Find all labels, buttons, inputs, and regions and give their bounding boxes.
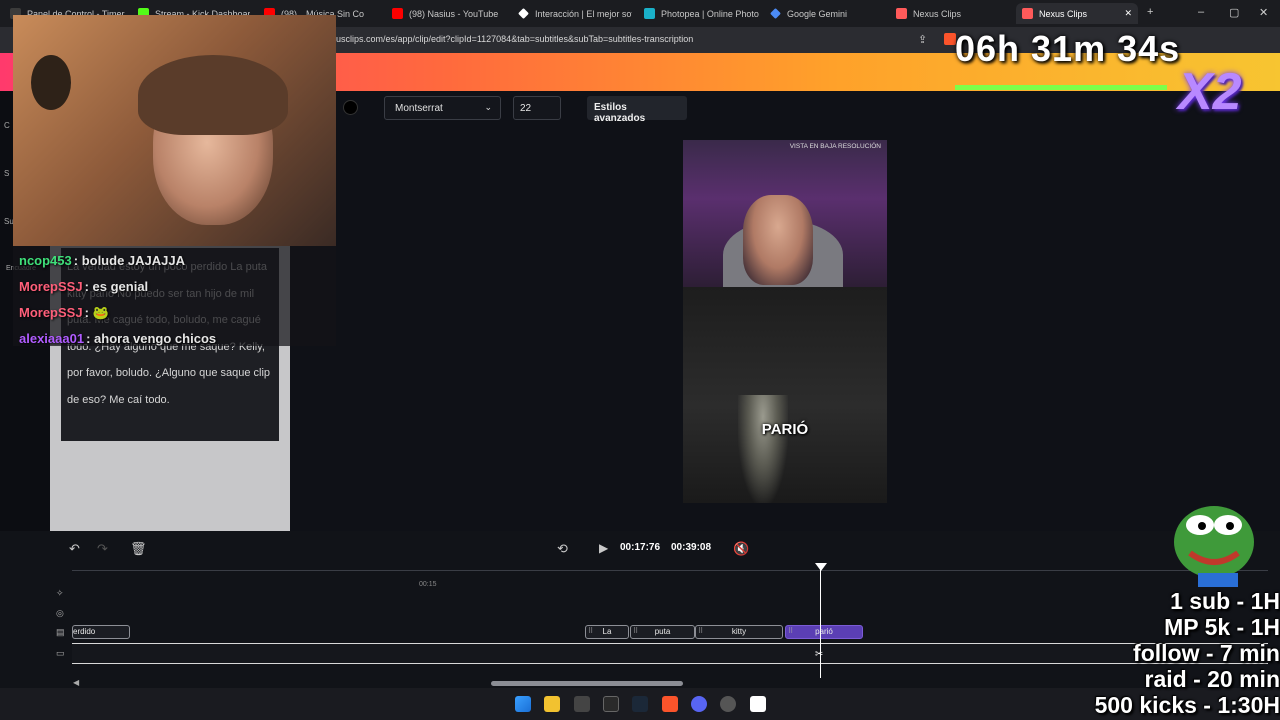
subtitle-word-chip[interactable]: ⠿ puta: [630, 625, 695, 639]
ruler-tick-label: 00:15: [419, 581, 437, 588]
start-icon[interactable]: [515, 696, 531, 712]
chat-message: MorepSSJ: 🐸: [19, 305, 109, 320]
preview-webcam-frame: [683, 140, 887, 290]
subtitle-word-chip[interactable]: ⠿ La: [585, 625, 629, 639]
pineapple-decoration: [31, 55, 71, 110]
advanced-styles-button[interactable]: Estilos avanzados: [587, 96, 687, 124]
photopea-icon: [644, 8, 655, 19]
tab-photopea[interactable]: Photopea | Online Photo E: [638, 3, 760, 24]
palette-icon[interactable]: ◎: [56, 608, 64, 619]
goal-line: raid - 20 min: [1144, 666, 1280, 692]
video-track-icon[interactable]: ▭: [56, 648, 65, 659]
timeline-scrollbar[interactable]: [491, 681, 683, 686]
sidebar-item-s[interactable]: S: [4, 169, 9, 178]
url-text[interactable]: usclips.com/es/app/clip/edit?clipId=1127…: [336, 34, 693, 44]
chat-message: alexiaaa01: ahora vengo chicos: [19, 331, 217, 346]
drag-handle-icon[interactable]: ⠿: [698, 626, 703, 638]
streamer-hair: [138, 55, 288, 135]
tab-nasius-youtube[interactable]: (98) Nasius - YouTube: [386, 3, 506, 24]
nexus-icon: [1022, 8, 1033, 19]
scroll-left-icon[interactable]: ◀: [73, 678, 79, 687]
font-family-select[interactable]: Montserrat ⌄: [384, 96, 501, 120]
file-explorer-icon[interactable]: [544, 696, 560, 712]
calculator-icon[interactable]: [574, 696, 590, 712]
stream-goals: 1 sub - 1H MP 5k - 1H follow - 7 min rai…: [1076, 588, 1280, 718]
undo-icon[interactable]: ↶: [69, 541, 80, 557]
chat-message: ncop453: bolude JAJAJJA: [19, 253, 185, 268]
play-button[interactable]: ▶: [599, 541, 608, 555]
drag-handle-icon[interactable]: ⠿: [633, 626, 638, 638]
preview-person: [743, 195, 813, 285]
nexus-icon: [896, 8, 907, 19]
subtitles-icon[interactable]: ▤: [56, 627, 65, 638]
magic-icon[interactable]: ✧: [56, 588, 64, 599]
subtitle-word-chip[interactable]: ⠿ kitty: [695, 625, 783, 639]
text-color-swatch[interactable]: [343, 100, 358, 115]
playhead-line[interactable]: [820, 568, 821, 678]
stream-chat-overlay: ncop453: bolude JAJAJJA MorepSSJ: es gen…: [13, 246, 336, 346]
tab-interaccion[interactable]: Interacción | El mejor softw: [512, 3, 632, 24]
goal-line: follow - 7 min: [1133, 640, 1280, 666]
maximize-icon[interactable]: ▢: [1229, 6, 1239, 19]
tab-nexus-clips-active[interactable]: Nexus Clips ✕: [1016, 3, 1138, 24]
restart-icon[interactable]: ⟲: [557, 541, 568, 557]
tab-nexus-clips[interactable]: Nexus Clips: [890, 3, 1010, 24]
multiplier-badge: X2: [1178, 63, 1242, 121]
subtitle-word-chip-selected[interactable]: ⠿ parió: [785, 625, 863, 639]
playhead-handle[interactable]: [815, 563, 827, 571]
mute-icon[interactable]: 🔇: [733, 541, 749, 557]
close-window-icon[interactable]: ✕: [1259, 6, 1268, 19]
drag-handle-icon[interactable]: ⠿: [588, 626, 593, 638]
brave-icon[interactable]: [662, 696, 678, 712]
goal-line: 500 kicks - 1:30H: [1094, 692, 1280, 718]
minimize-icon[interactable]: –: [1198, 6, 1204, 18]
current-time: 00:17:76: [620, 542, 661, 553]
sidebar-item-c[interactable]: C: [4, 121, 10, 130]
font-size-input[interactable]: 22: [513, 96, 561, 120]
scissors-icon[interactable]: ✂: [815, 649, 823, 660]
timeline-ruler[interactable]: [72, 570, 1268, 571]
drag-handle-icon[interactable]: ⠿: [788, 626, 793, 638]
total-time: 00:39:08: [671, 542, 712, 553]
streamer-webcam: [13, 15, 336, 246]
redo-icon[interactable]: ↷: [97, 541, 108, 557]
steam-icon[interactable]: [632, 696, 648, 712]
chat-message: MorepSSJ: es genial: [19, 279, 149, 294]
gemini-icon: [770, 8, 781, 19]
discord-icon[interactable]: [691, 696, 707, 712]
close-tab-icon[interactable]: ✕: [1124, 8, 1132, 19]
share-icon[interactable]: ⇪: [918, 33, 927, 46]
diamond-icon: [518, 8, 529, 19]
preview-zombie-figure: [738, 395, 788, 503]
obs-icon[interactable]: [720, 696, 736, 712]
preview-subtitle-caption: PARIÓ: [761, 421, 809, 438]
terminal-icon[interactable]: [603, 696, 619, 712]
chevron-down-icon: ⌄: [484, 102, 492, 112]
pepe-frog-emote: [1174, 506, 1254, 587]
goal-line: MP 5k - 1H: [1164, 614, 1280, 640]
delete-icon[interactable]: 🗑: [130, 541, 147, 557]
style-toolbar: Montserrat ⌄ 22 Estilos avanzados: [290, 91, 1280, 124]
tab-gemini[interactable]: Google Gemini: [764, 3, 884, 24]
goal-line: 1 sub - 1H: [1170, 588, 1280, 614]
subtitle-word-chip[interactable]: erdido: [72, 625, 130, 639]
youtube-icon: [392, 8, 403, 19]
timer-progress-bar: [955, 85, 1167, 90]
low-resolution-label: VISTA EN BAJA RESOLUCIÓN: [789, 143, 881, 150]
new-tab-icon[interactable]: +: [1147, 6, 1153, 18]
capcut-icon[interactable]: [750, 696, 766, 712]
video-preview[interactable]: VISTA EN BAJA RESOLUCIÓN PARIÓ: [683, 140, 887, 503]
